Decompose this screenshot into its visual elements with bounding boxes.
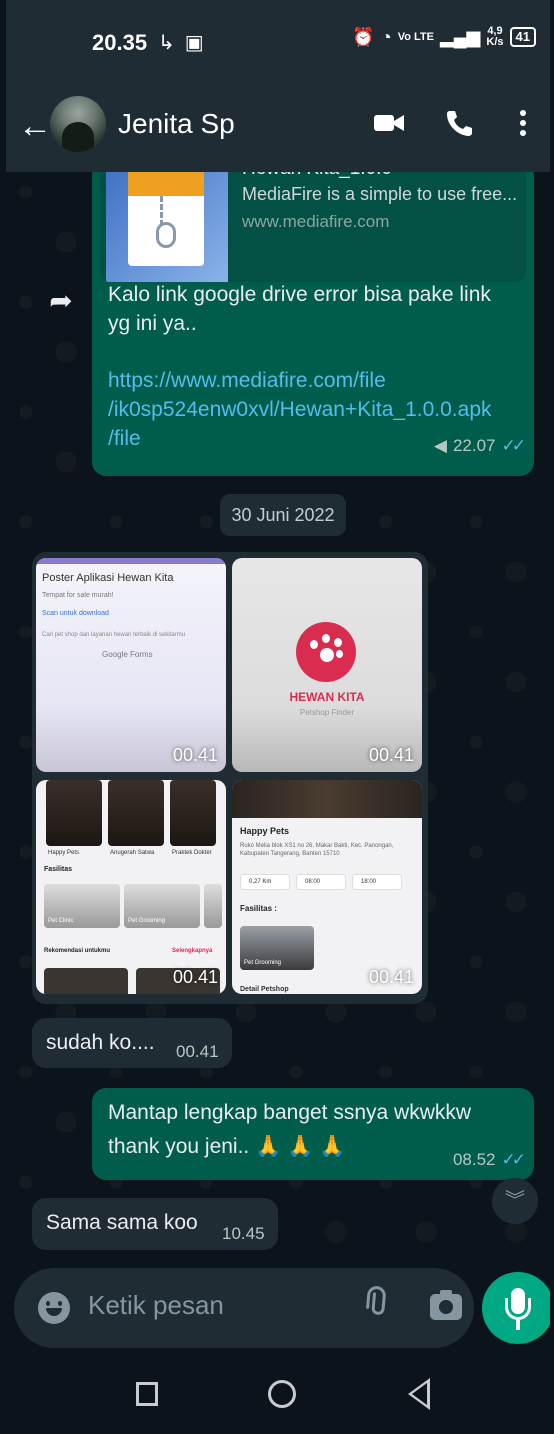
message-time: 22.07 xyxy=(452,436,496,455)
message-text: sudah ko.... xyxy=(46,1031,155,1054)
brand-name: HEWAN KITA xyxy=(289,690,365,704)
alarm-icon: ⏰ xyxy=(352,26,375,47)
zip-file-thumbnail xyxy=(106,172,228,282)
recents-button[interactable] xyxy=(136,1382,158,1406)
section-label: Rekomendasi untukmu xyxy=(44,948,111,954)
message-text: Kalo link google drive error bisa pake l… xyxy=(108,283,491,335)
incoming-message[interactable]: Sama sama koo 10.45 xyxy=(32,1198,278,1250)
status-left-icons: ↳▣ xyxy=(158,30,214,55)
calendar-icon: ▣ xyxy=(184,32,214,54)
attach-icon[interactable] xyxy=(354,1281,404,1332)
scroll-to-bottom-button[interactable]: ︾ xyxy=(492,1178,538,1224)
incoming-message[interactable]: sudah ko.... 00.41 xyxy=(32,1018,232,1068)
image-thumbnail[interactable]: Happy Pets Anugerah Satwa Praktek Dokter… xyxy=(36,780,226,994)
phone-screen: 20.35 ↳▣ ⏰ ◔ Vo LTE ▂▄▆ 4,9 K/s 41 ← Jeni… xyxy=(6,0,550,1434)
signal-icon: ▂▄▆ xyxy=(439,26,481,47)
card-label: Pet Clinic xyxy=(48,918,74,924)
facility-label: Pet Grooming xyxy=(244,960,282,966)
image-caption: Poster Aplikasi Hewan Kita xyxy=(42,572,174,584)
link-line: /ik0sp524enw0xvl/Hewan+Kita_1.0.0.apk xyxy=(108,398,492,421)
chat-header: ← Jenita Sp xyxy=(6,86,550,172)
message-composer[interactable]: Ketik pesan xyxy=(14,1268,474,1348)
read-ticks-icon: ✓✓ xyxy=(501,1150,526,1169)
home-button[interactable] xyxy=(268,1380,296,1408)
chat-area[interactable]: Hewan Kita_1.0.0 MediaFire is a simple t… xyxy=(6,172,550,1272)
more-options-icon[interactable] xyxy=(518,108,528,146)
voice-call-icon[interactable] xyxy=(444,108,474,146)
link-preview-title: Hewan Kita_1.0.0 xyxy=(242,172,392,180)
battery-icon: 41 xyxy=(509,27,536,47)
shop-name: Happy Pets xyxy=(240,826,290,836)
image-album[interactable]: Poster Aplikasi Hewan Kita Tempat for sa… xyxy=(32,552,428,1004)
network-label: Vo LTE xyxy=(397,30,434,43)
message-time: 08.52 xyxy=(452,1150,496,1169)
missed-call-icon: ↳ xyxy=(158,32,185,54)
link-line: https://www.mediafire.com/file xyxy=(108,369,386,392)
message-line: Mantap lengkap banget ssnya wkwkkw xyxy=(108,1101,472,1124)
system-nav-bar xyxy=(6,1356,550,1434)
image-thumbnail[interactable]: Poster Aplikasi Hewan Kita Tempat for sa… xyxy=(36,558,226,772)
brand-tagline: Petshop Finder xyxy=(299,708,355,717)
section-label: Fasilitas xyxy=(44,866,73,873)
image-thumbnail[interactable]: HEWAN KITA Petshop Finder 00.41 xyxy=(232,558,422,772)
card-label: Pet Grooming xyxy=(128,918,166,924)
message-meta: ◀ 22.07 ✓✓ xyxy=(433,436,526,456)
contact-name[interactable]: Jenita Sp xyxy=(118,108,235,140)
open-time-chip: 08:00 xyxy=(296,874,346,890)
link-preview[interactable]: Hewan Kita_1.0.0 MediaFire is a simple t… xyxy=(100,172,526,282)
shop-label: Anugerah Satwa xyxy=(110,850,155,856)
voice-record-button[interactable] xyxy=(482,1272,550,1344)
message-meta: 08.52 ✓✓ xyxy=(452,1150,526,1170)
outgoing-message[interactable]: Hewan Kita_1.0.0 MediaFire is a simple t… xyxy=(92,172,534,476)
megaphone-icon: ◀ xyxy=(433,436,447,455)
wifi-icon: ◔ xyxy=(380,26,392,47)
avatar[interactable] xyxy=(50,96,106,152)
image-caption: Scan untuk download xyxy=(42,610,109,617)
read-ticks-icon: ✓✓ xyxy=(501,436,526,455)
image-time: 00.41 xyxy=(172,745,218,765)
net-speed: 4,9 K/s xyxy=(486,26,503,48)
emoji-icon[interactable] xyxy=(38,1292,70,1324)
message-time: 00.41 xyxy=(176,1042,219,1061)
link-preview-domain: www.mediafire.com xyxy=(242,212,390,231)
camera-icon[interactable] xyxy=(430,1290,462,1320)
shop-label: Happy Pets xyxy=(48,850,80,856)
image-time: 00.41 xyxy=(368,967,414,987)
link-preview-description: MediaFire is a simple to use free... xyxy=(242,184,518,204)
see-all-label: Selengkapnya xyxy=(172,948,213,954)
image-thumbnail[interactable]: Happy Pets Ruko Melia blok XS1 no 26, Ma… xyxy=(232,780,422,994)
message-line: thank you jeni.. 🙏 🙏 🙏 xyxy=(108,1135,346,1158)
shop-label: Praktek Dokter xyxy=(172,850,212,856)
status-right-icons: ⏰ ◔ Vo LTE ▂▄▆ 4,9 K/s 41 xyxy=(352,26,536,48)
back-arrow-icon[interactable]: ← xyxy=(18,106,52,146)
message-input[interactable]: Ketik pesan xyxy=(88,1290,224,1321)
image-caption: Cari pet shop dan layanan hewan terbaik … xyxy=(42,632,186,638)
details-label: Detail Petshop xyxy=(240,986,289,993)
image-caption: Google Forms xyxy=(102,650,153,659)
outgoing-message[interactable]: Mantap lengkap banget ssnya wkwkkw thank… xyxy=(92,1088,534,1180)
back-button[interactable] xyxy=(408,1378,430,1410)
zip-archive-icon xyxy=(128,172,204,266)
distance-chip: 0,27 Km xyxy=(240,874,290,890)
status-bar: 20.35 ↳▣ ⏰ ◔ Vo LTE ▂▄▆ 4,9 K/s 41 xyxy=(6,0,550,86)
close-time-chip: 18:00 xyxy=(352,874,402,890)
image-caption: Tempat for sale murah! xyxy=(42,592,114,599)
message-time: 10.45 xyxy=(222,1224,265,1243)
status-time: 20.35 xyxy=(92,30,148,55)
image-time: 00.41 xyxy=(172,967,218,987)
shop-address: Ruko Melia blok XS1 no 26, Makar Bakti, … xyxy=(240,843,394,857)
net-speed-unit: K/s xyxy=(486,36,504,48)
facilities-label: Fasilitas : xyxy=(240,904,277,913)
image-time: 00.41 xyxy=(368,745,414,765)
double-chevron-down-icon: ︾ xyxy=(505,1190,525,1212)
date-separator: 30 Juni 2022 xyxy=(220,494,346,536)
video-call-icon[interactable] xyxy=(372,108,406,146)
forward-icon[interactable]: ➦ xyxy=(42,282,80,320)
paw-logo-icon xyxy=(296,622,356,682)
message-text: Sama sama koo xyxy=(46,1211,198,1234)
